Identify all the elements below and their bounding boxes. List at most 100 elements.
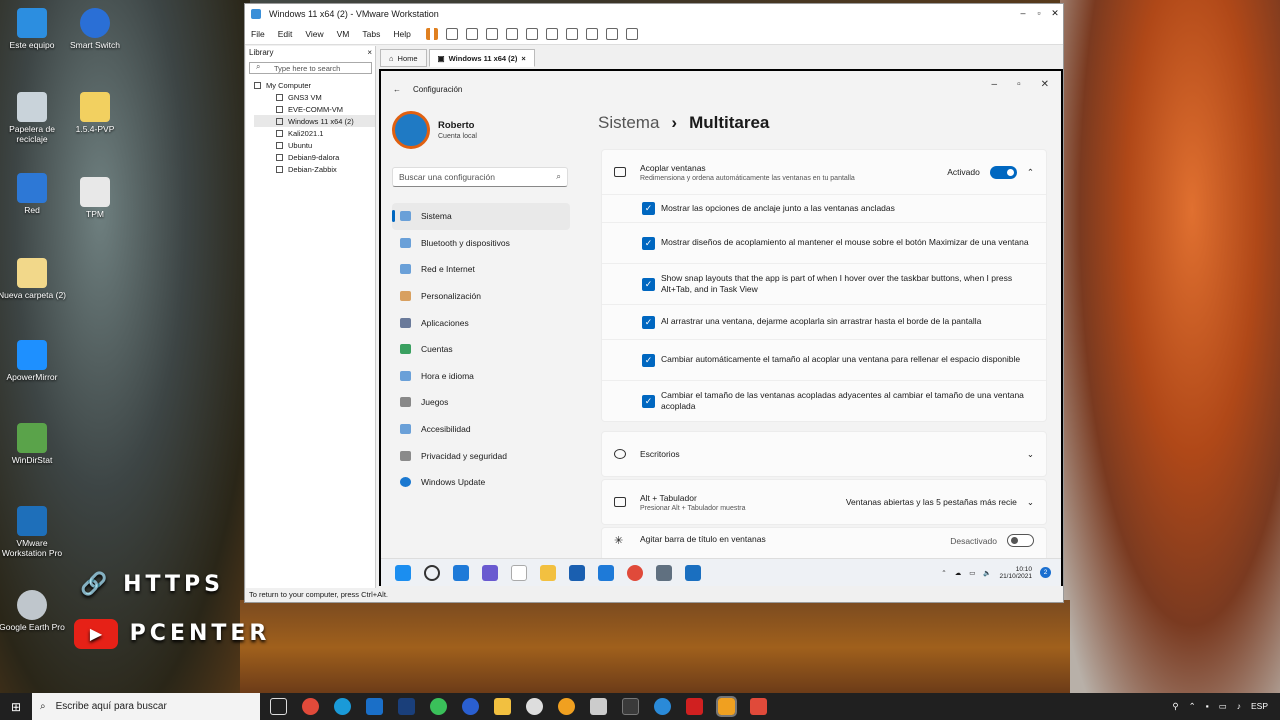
network-icon[interactable]: ▭ (1219, 701, 1227, 712)
nav-item-accesibilidad[interactable]: Accesibilidad (392, 416, 570, 443)
vmware-taskbar-icon[interactable] (716, 696, 737, 717)
checkbox-checked-icon[interactable]: ✓ (642, 353, 655, 367)
onedrive-icon[interactable]: ☁ (955, 569, 962, 577)
widgets-icon[interactable] (511, 564, 527, 581)
outlook-icon[interactable] (366, 698, 383, 715)
nav-item-bluetooth[interactable]: Bluetooth y dispositivos (392, 230, 570, 257)
desktop-icon-folder-pvp[interactable]: 1.5.4-PVP (60, 92, 130, 135)
chrome-icon[interactable] (302, 698, 319, 715)
store-icon[interactable] (569, 564, 585, 581)
task-view-icon[interactable] (453, 564, 469, 581)
windows-start-icon[interactable]: ⊞ (0, 700, 32, 714)
task-view-icon[interactable] (270, 698, 287, 715)
checkbox-checked-icon[interactable]: ✓ (642, 315, 655, 329)
tree-vm[interactable]: EVE-COMM-VM (254, 103, 375, 115)
tray-app-icon[interactable]: ▪ (1206, 701, 1209, 712)
network-icon[interactable]: ▭ (969, 569, 975, 577)
windows-start-icon[interactable] (395, 564, 411, 581)
menu-view[interactable]: View (305, 29, 323, 39)
tree-vm[interactable]: Debian-Zabbix (254, 163, 375, 175)
shake-toggle[interactable] (1007, 534, 1034, 547)
desktop-icon-este-equipo[interactable]: Este equipo (0, 8, 67, 51)
desktop-icon-google-earth[interactable]: Google Earth Pro (0, 590, 67, 633)
edge-icon[interactable] (334, 698, 351, 715)
desktop-icon-tpm[interactable]: TPM (60, 177, 130, 220)
fullscreen-icon[interactable] (565, 27, 578, 40)
settings-search-input[interactable]: Buscar una configuración ⌕ (392, 167, 568, 187)
snap-option[interactable]: ✓ Mostrar diseños de acoplamiento al mant… (602, 222, 1046, 263)
alt-tab-dropdown[interactable]: Ventanas abiertas y las 5 pestañas más r… (846, 497, 1034, 508)
photos-icon[interactable] (685, 564, 701, 581)
back-arrow-icon[interactable]: ← (393, 85, 401, 94)
minimize-icon[interactable]: – (992, 79, 998, 90)
chrome-icon[interactable] (627, 564, 643, 581)
app-icon[interactable] (590, 698, 607, 715)
show-library-icon[interactable] (525, 27, 538, 40)
nav-item-aplicaciones[interactable]: Aplicaciones (392, 309, 570, 336)
close-icon[interactable]: ✕ (1047, 8, 1063, 19)
vmware-titlebar[interactable]: Windows 11 x64 (2) - VMware Workstation … (245, 4, 1063, 23)
mail-icon[interactable] (598, 564, 614, 581)
chevron-down-icon[interactable]: ⌄ (1027, 449, 1034, 460)
tab-close-icon[interactable]: × (521, 54, 525, 63)
snapshot-manager-icon[interactable] (505, 27, 518, 40)
menu-file[interactable]: File (251, 29, 265, 39)
checkbox-checked-icon[interactable]: ✓ (642, 236, 655, 250)
nav-item-personalizacion[interactable]: Personalización (392, 283, 570, 310)
maximize-icon[interactable]: ▫ (1031, 8, 1047, 19)
maximize-icon[interactable]: ▫ (1017, 79, 1021, 90)
volume-icon[interactable]: 🔈 (983, 569, 991, 577)
stretch-icon[interactable] (625, 27, 638, 40)
whatsapp-icon[interactable] (430, 698, 447, 715)
file-explorer-icon[interactable] (494, 698, 511, 715)
tree-vm[interactable]: GNS3 VM (254, 91, 375, 103)
breadcrumb-parent[interactable]: Sistema (598, 113, 659, 133)
app-icon[interactable] (622, 698, 639, 715)
app-icon[interactable] (526, 698, 543, 715)
notification-badge[interactable]: 2 (1040, 567, 1051, 578)
acrobat-icon[interactable] (686, 698, 703, 715)
snap-option[interactable]: ✓ Cambiar automáticamente el tamaño al ac… (602, 339, 1046, 380)
revert-snapshot-icon[interactable] (485, 27, 498, 40)
host-search-box[interactable]: ⌕ Escribe aquí para buscar (32, 693, 260, 720)
snap-windows-header[interactable]: Acoplar ventanas Redimensiona y ordena au… (602, 150, 1046, 194)
nav-item-cuentas[interactable]: Cuentas (392, 336, 570, 363)
checkbox-checked-icon[interactable]: ✓ (642, 202, 655, 215)
menu-edit[interactable]: Edit (278, 29, 293, 39)
menu-help[interactable]: Help (393, 29, 410, 39)
console-icon[interactable] (605, 27, 618, 40)
language-indicator[interactable]: ESP (1251, 701, 1268, 712)
unity-icon[interactable] (585, 27, 598, 40)
pause-icon[interactable] (425, 27, 438, 40)
search-icon[interactable] (424, 564, 440, 581)
tree-vm-selected[interactable]: Windows 11 x64 (2) (254, 115, 375, 127)
checkbox-checked-icon[interactable]: ✓ (642, 277, 655, 291)
menu-vm[interactable]: VM (337, 29, 350, 39)
photoshop-icon[interactable] (398, 698, 415, 715)
app-icon[interactable] (654, 698, 671, 715)
nav-item-hora-idioma[interactable]: Hora e idioma (392, 363, 570, 390)
nav-item-red[interactable]: Red e Internet (392, 256, 570, 283)
nav-item-juegos[interactable]: Juegos (392, 389, 570, 416)
close-icon[interactable]: ✕ (1041, 79, 1049, 90)
tree-root-my-computer[interactable]: My Computer (254, 79, 375, 91)
chevron-up-icon[interactable]: ⌃ (1027, 167, 1034, 178)
menu-tabs[interactable]: Tabs (362, 29, 380, 39)
library-search-input[interactable]: Type here to search (249, 62, 372, 74)
library-close-icon[interactable]: × (367, 48, 372, 58)
volume-icon[interactable]: ♪ (1237, 701, 1241, 712)
tab-home[interactable]: ⌂ Home (380, 49, 427, 67)
vm-console[interactable]: ← Configuración – ▫ ✕ Roberto Cuenta local B… (379, 69, 1063, 586)
desktop-icon-smart-switch[interactable]: Smart Switch (60, 8, 130, 51)
desktop-icon-apowermirror[interactable]: ApowerMirror (0, 340, 67, 383)
nav-item-windows-update[interactable]: Windows Update (392, 469, 570, 496)
tree-vm[interactable]: Kali2021.1 (254, 127, 375, 139)
desktop-icon-red[interactable]: Red (0, 173, 67, 216)
chat-icon[interactable] (482, 564, 498, 581)
checkbox-checked-icon[interactable]: ✓ (642, 394, 655, 408)
snap-option[interactable]: ✓ Cambiar el tamaño de las ventanas acopl… (602, 380, 1046, 421)
tray-chevron-icon[interactable]: ⌃ (941, 569, 946, 577)
tree-vm[interactable]: Ubuntu (254, 139, 375, 151)
app-icon[interactable] (558, 698, 575, 715)
settings-gear-icon[interactable] (656, 564, 672, 581)
